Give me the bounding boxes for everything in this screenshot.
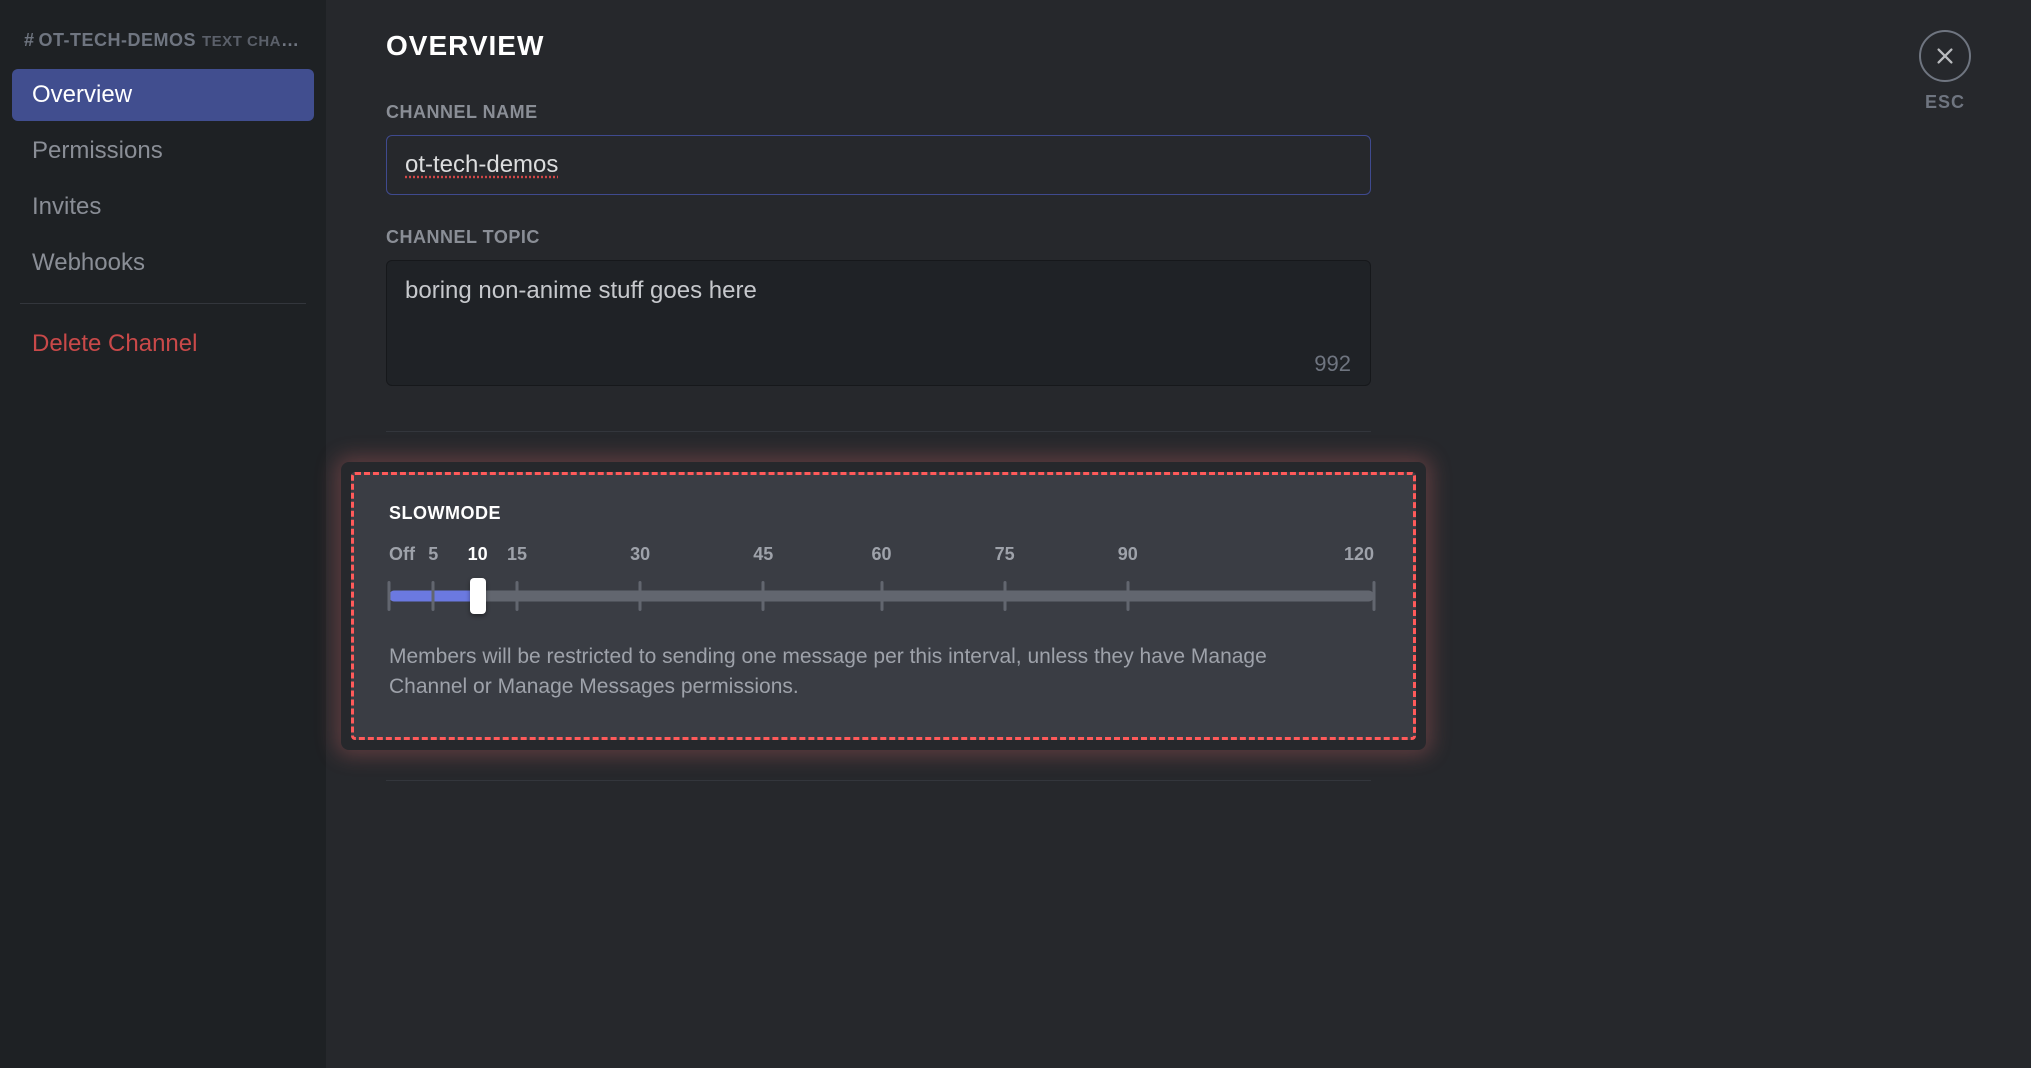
- settings-sidebar: #OT-TECH-DEMOS TEXT CHAN… OverviewPermiss…: [0, 0, 326, 1068]
- close-icon: [1934, 45, 1956, 67]
- slider-tick: [880, 581, 883, 611]
- channel-name-input[interactable]: [386, 135, 1371, 195]
- slider-tick-label: 120: [1344, 544, 1374, 565]
- slider-tick-label: 30: [630, 544, 650, 565]
- channel-name-header: OT-TECH-DEMOS: [39, 30, 197, 50]
- slider-tick: [639, 581, 642, 611]
- slowmode-title: SLOWMODE: [389, 503, 1378, 524]
- slowmode-slider[interactable]: Off 5 10 15 30 45 60 75 90 120: [389, 544, 1374, 616]
- char-count: 992: [1314, 351, 1351, 377]
- slider-tick: [762, 581, 765, 611]
- slider-thumb[interactable]: [470, 578, 486, 614]
- delete-channel-button[interactable]: Delete Channel: [12, 318, 314, 370]
- channel-topic-label: CHANNEL TOPIC: [386, 227, 1971, 248]
- sidebar-item-permissions[interactable]: Permissions: [12, 125, 314, 177]
- slider-tick-label: 60: [871, 544, 891, 565]
- section-divider-2: [386, 780, 1371, 781]
- slider-tick-label: 5: [428, 544, 438, 565]
- slider-tick: [516, 581, 519, 611]
- slider-tick: [1126, 581, 1129, 611]
- hash-icon: #: [24, 30, 35, 50]
- sidebar-item-webhooks[interactable]: Webhooks: [12, 237, 314, 289]
- channel-topic-textarea[interactable]: [386, 260, 1371, 386]
- slider-tick-label: 15: [507, 544, 527, 565]
- slider-tick-label: Off: [389, 544, 415, 565]
- slider-tick: [432, 581, 435, 611]
- slider-tick: [1373, 581, 1376, 611]
- slider-tick-label: 75: [995, 544, 1015, 565]
- page-title: OVERVIEW: [386, 30, 1971, 62]
- settings-main: ESC OVERVIEW CHANNEL NAME CHANNEL TOPIC …: [326, 0, 2031, 1068]
- slider-tick: [388, 581, 391, 611]
- close-button[interactable]: [1919, 30, 1971, 82]
- sidebar-item-overview[interactable]: Overview: [12, 69, 314, 121]
- slider-tick: [1003, 581, 1006, 611]
- sidebar-item-invites[interactable]: Invites: [12, 181, 314, 233]
- close-wrap: ESC: [1919, 30, 1971, 113]
- channel-type-label: TEXT CHAN…: [202, 33, 308, 50]
- slowmode-description: Members will be restricted to sending on…: [389, 642, 1349, 703]
- slider-tick-label: 45: [753, 544, 773, 565]
- channel-name-label: CHANNEL NAME: [386, 102, 1971, 123]
- channel-header: #OT-TECH-DEMOS TEXT CHAN…: [0, 30, 326, 69]
- section-divider: [386, 431, 1371, 432]
- sidebar-divider: [20, 303, 306, 304]
- slowmode-section: SLOWMODE Off 5 10 15 30 45 60 75 90 120 Members w…: [351, 472, 1416, 740]
- slider-tick-label: 10: [468, 544, 488, 565]
- esc-label: ESC: [1919, 92, 1971, 113]
- slider-tick-label: 90: [1118, 544, 1138, 565]
